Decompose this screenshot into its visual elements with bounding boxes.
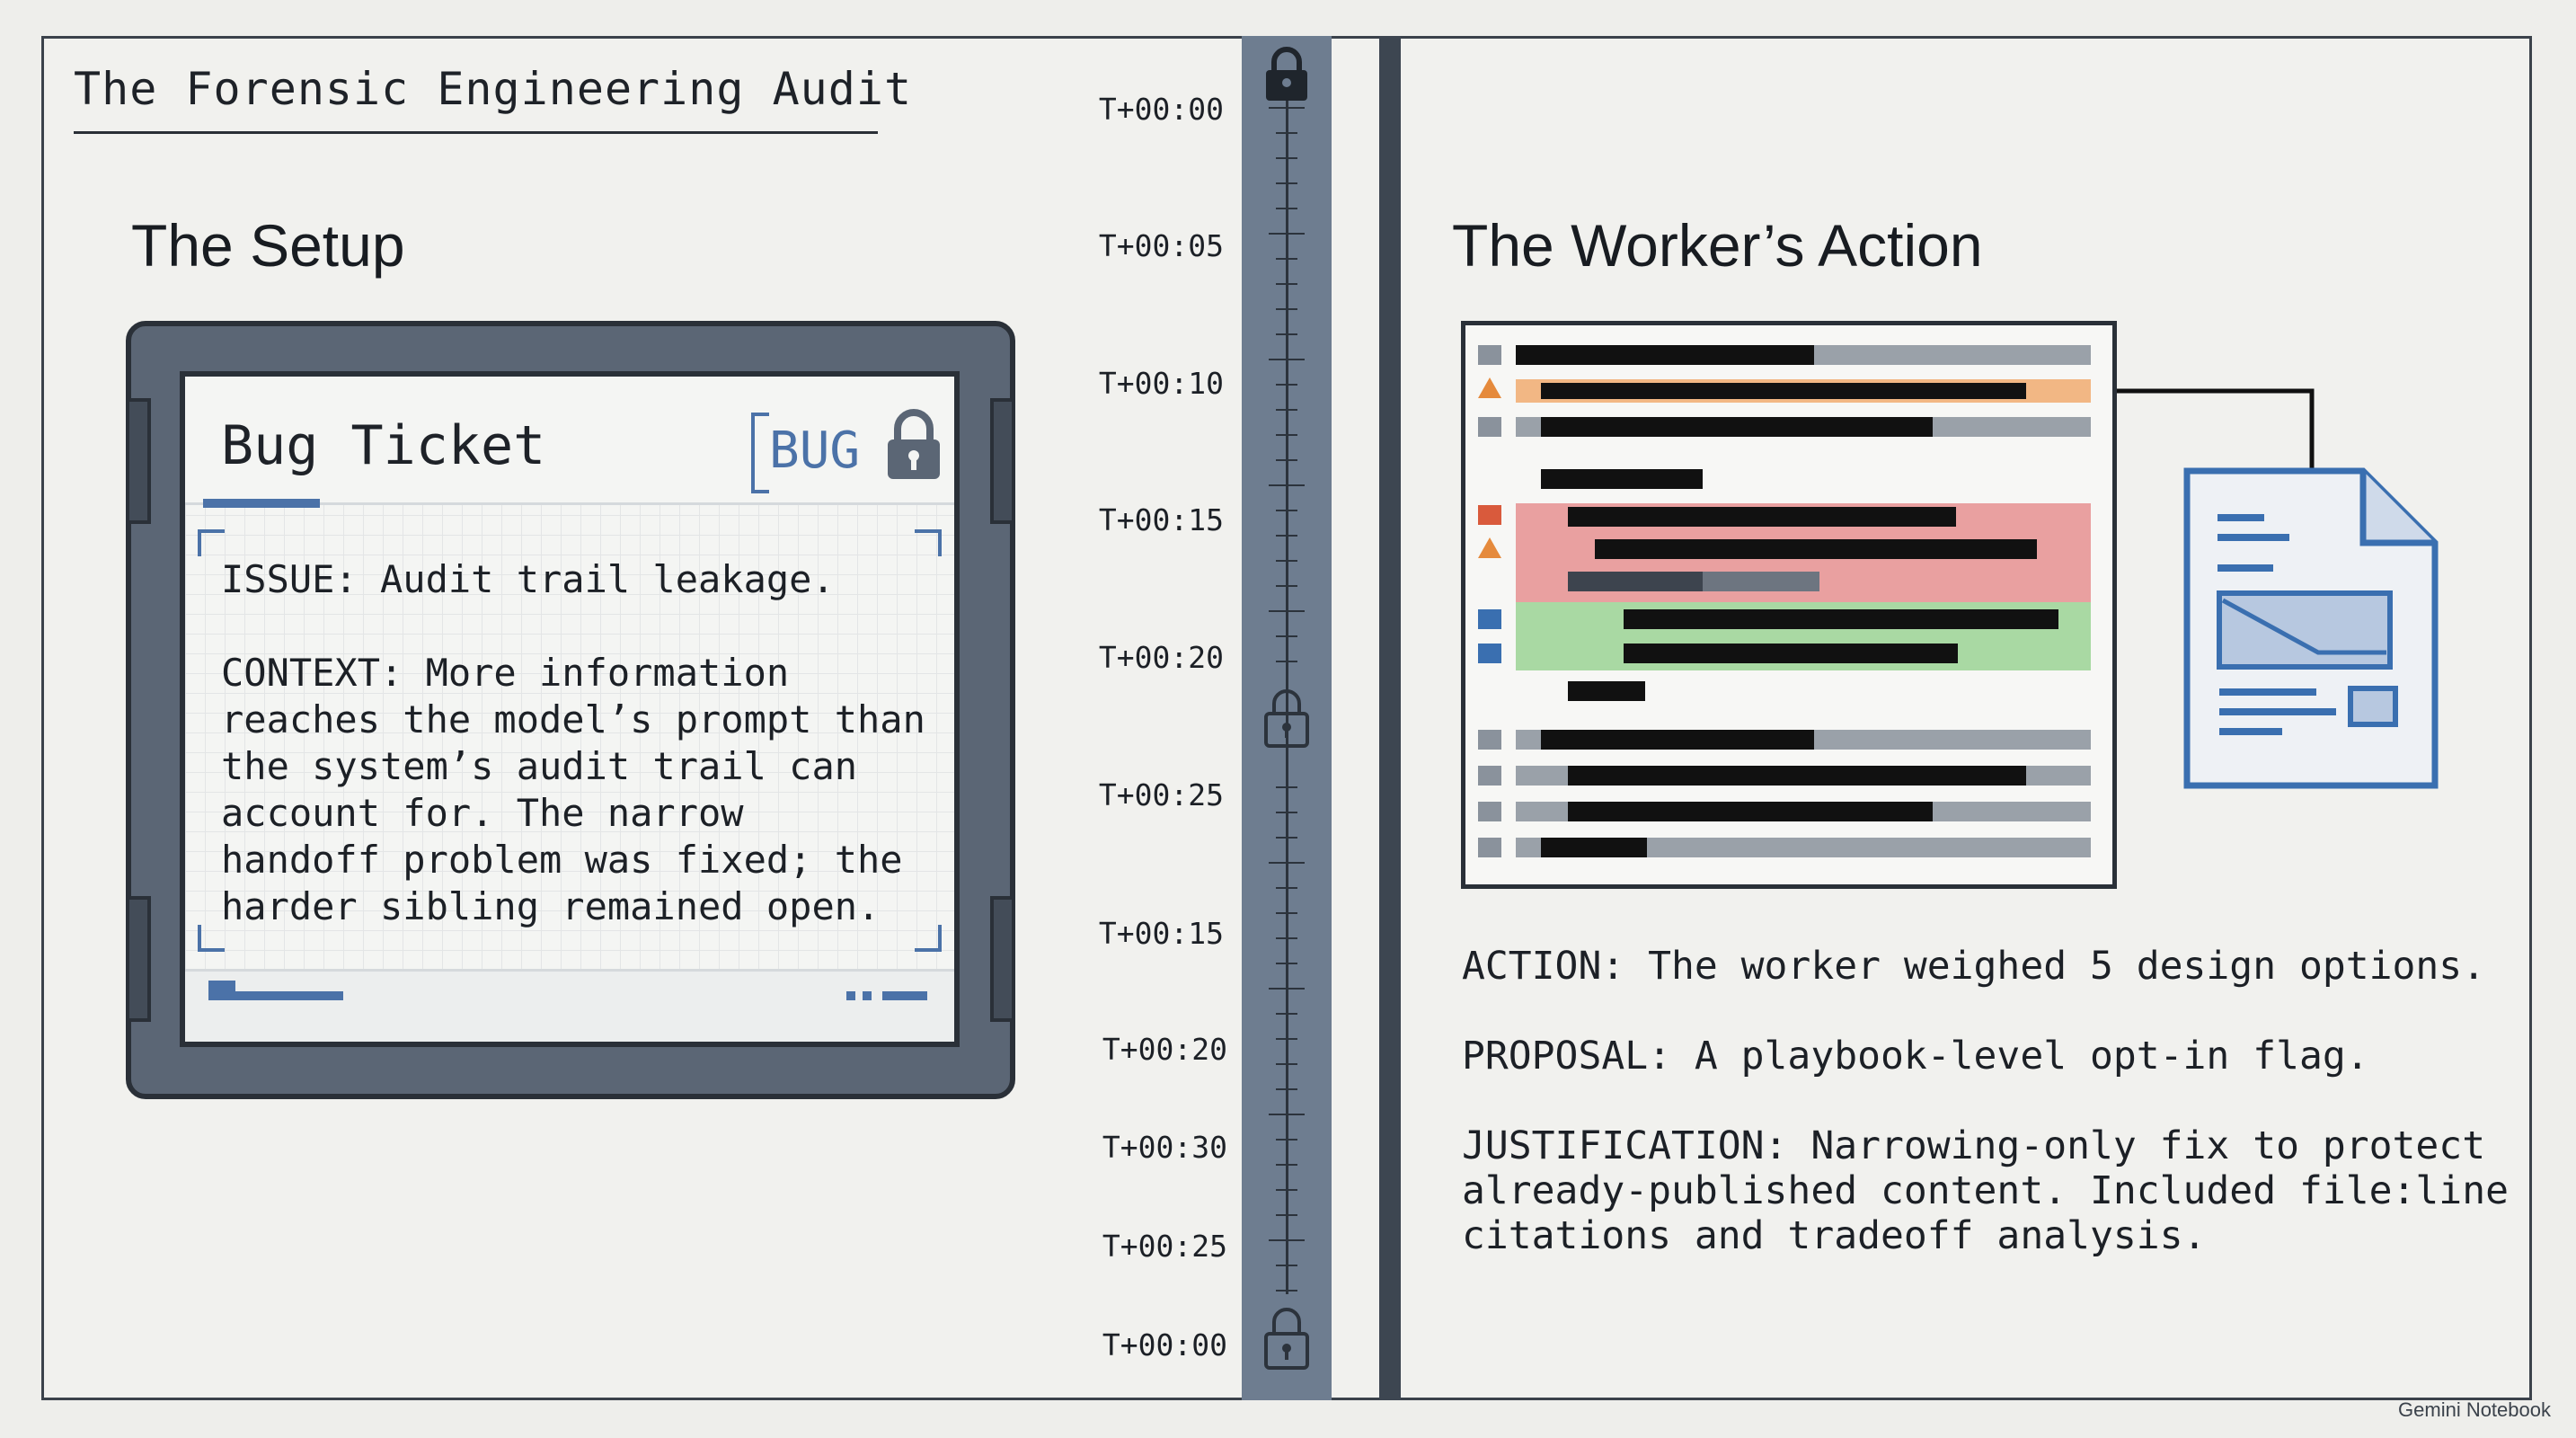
worker-heading: The Worker’s Action: [1452, 212, 1983, 279]
footer-marker: [208, 981, 235, 1000]
action-text: ACTION: The worker weighed 5 design opti…: [1462, 944, 2486, 989]
unlocked-lock-icon: [1264, 1308, 1309, 1370]
timestamp-label: T+00:20: [1102, 1032, 1227, 1067]
watermark: Gemini Notebook: [2398, 1398, 2551, 1421]
page-title: The Forensic Engineering Audit: [74, 63, 911, 134]
ticket-body: Bug Ticket BUG ISSUE: Audit trail leakag…: [180, 371, 960, 1047]
timestamp-label: T+00:00: [1098, 92, 1224, 127]
code-diff-panel: [1461, 321, 2117, 889]
panel-divider: [1379, 36, 1401, 1400]
timestamp-label: T+00:25: [1098, 777, 1224, 812]
ticket-title: Bug Ticket: [221, 414, 546, 477]
unlocked-lock-icon: [1264, 689, 1309, 748]
header-accent-bar: [203, 499, 320, 508]
bug-tag: BUG: [769, 422, 861, 480]
frame-notch: [126, 896, 151, 1022]
timestamp-label: T+00:15: [1098, 916, 1224, 951]
lock-icon: [1266, 47, 1307, 101]
timestamp-label: T+00:05: [1098, 228, 1224, 263]
document-icon: [2183, 467, 2439, 789]
setup-heading: The Setup: [131, 212, 405, 279]
ticket-header: Bug Ticket BUG: [185, 377, 954, 508]
timestamp-label: T+00:30: [1102, 1130, 1227, 1165]
connector-line: [2117, 388, 2315, 472]
justification-text: JUSTIFICATION: Narrowing-only fix to pro…: [1462, 1123, 2509, 1258]
ticket-content: ISSUE: Audit trail leakage. CONTEXT: More…: [221, 556, 940, 930]
ticket-issue: ISSUE: Audit trail leakage.: [221, 557, 835, 601]
frame-notch: [990, 398, 1015, 524]
timestamp-label: T+00:25: [1102, 1229, 1227, 1264]
footer-dash: [882, 991, 927, 1000]
frame-notch: [990, 896, 1015, 1022]
bug-ticket-card: Bug Ticket BUG ISSUE: Audit trail leakag…: [126, 321, 1015, 1099]
diff-lines: [1478, 345, 2091, 857]
corner-bracket: [915, 529, 942, 556]
ticket-context: CONTEXT: More information reaches the mo…: [221, 651, 925, 928]
timestamp-label: T+00:00: [1102, 1327, 1227, 1363]
timestamp-label: T+00:15: [1098, 502, 1224, 537]
timestamp-label: T+00:10: [1098, 366, 1224, 401]
proposal-text: PROPOSAL: A playbook-level opt-in flag.: [1462, 1034, 2369, 1078]
corner-bracket: [198, 529, 225, 556]
footer-dot: [863, 991, 872, 1000]
ticket-footer: [185, 969, 954, 1042]
footer-dot: [846, 991, 855, 1000]
timestamp-label: T+00:20: [1098, 640, 1224, 675]
frame-notch: [126, 398, 151, 524]
lock-icon: [888, 409, 940, 479]
